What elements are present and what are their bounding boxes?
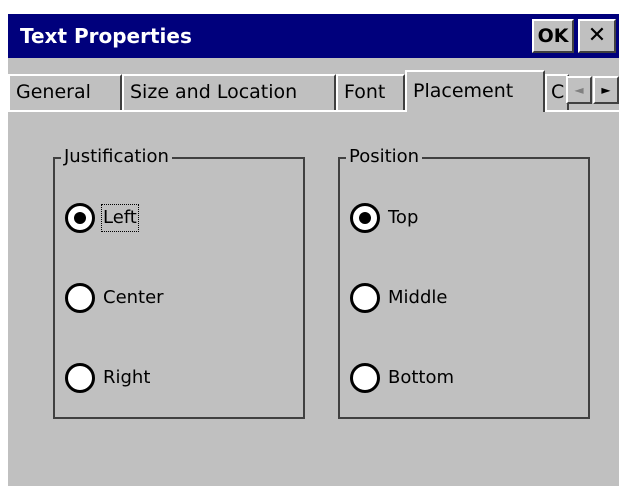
- radio-bottom-label: Bottom: [388, 367, 455, 388]
- tab-scroll-arrows: ◄ ►: [566, 76, 619, 104]
- radio-left[interactable]: [65, 203, 95, 233]
- close-button[interactable]: ✕: [578, 19, 616, 53]
- position-group: Position Top Middle Bottom: [338, 146, 590, 419]
- position-group-label: Position: [346, 146, 423, 168]
- radio-selected-dot: [74, 212, 86, 224]
- radio-middle-label: Middle: [388, 287, 448, 308]
- tab-placement[interactable]: Placement: [405, 70, 545, 112]
- radio-top-label: Top: [388, 207, 419, 228]
- tab-strip: General Size and Location Font Placement…: [8, 58, 619, 112]
- radio-bottom[interactable]: [350, 363, 380, 393]
- tab-general[interactable]: General: [8, 74, 122, 110]
- position-bottom-option[interactable]: Bottom: [350, 363, 570, 397]
- radio-right-label: Right: [103, 367, 151, 388]
- radio-center-label: Center: [103, 287, 164, 308]
- arrow-right-icon: ►: [601, 83, 611, 97]
- justification-center-option[interactable]: Center: [65, 283, 285, 317]
- justification-left-option[interactable]: Left: [65, 203, 285, 237]
- window-title: Text Properties: [20, 24, 192, 48]
- ok-button[interactable]: OK: [532, 19, 574, 53]
- radio-middle[interactable]: [350, 283, 380, 313]
- tab-font[interactable]: Font: [336, 74, 405, 110]
- radio-right[interactable]: [65, 363, 95, 393]
- tab-size-and-location[interactable]: Size and Location: [122, 74, 336, 110]
- radio-left-label: Left: [101, 204, 139, 232]
- justification-right-option[interactable]: Right: [65, 363, 285, 397]
- position-top-option[interactable]: Top: [350, 203, 570, 237]
- text-properties-dialog: Text Properties OK ✕ General Size and Lo…: [8, 14, 619, 486]
- justification-group: Justification Left Center Right: [53, 146, 305, 419]
- justification-group-label: Justification: [61, 146, 172, 168]
- radio-selected-dot: [359, 212, 371, 224]
- tab-scroll-left-button[interactable]: ◄: [566, 76, 592, 104]
- arrow-left-icon: ◄: [574, 83, 584, 97]
- close-icon: ✕: [587, 23, 607, 48]
- title-bar: Text Properties OK ✕: [8, 14, 619, 58]
- radio-center[interactable]: [65, 283, 95, 313]
- tab-scroll-right-button[interactable]: ►: [593, 76, 619, 104]
- radio-top[interactable]: [350, 203, 380, 233]
- position-middle-option[interactable]: Middle: [350, 283, 570, 317]
